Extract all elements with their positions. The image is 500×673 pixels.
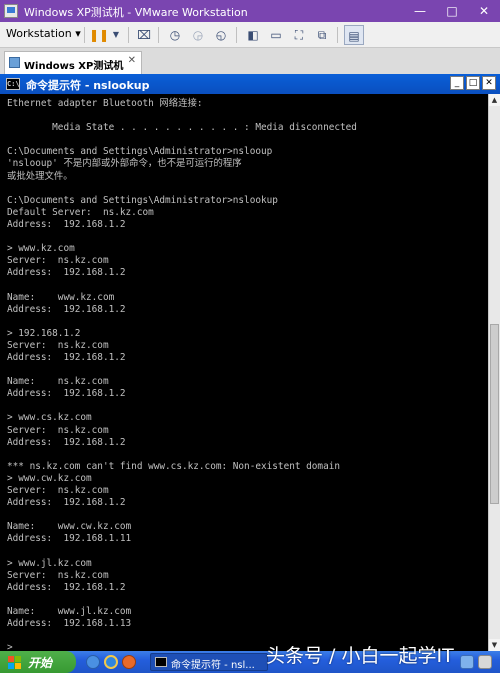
host-close-button[interactable]: ✕ — [468, 0, 500, 22]
cmd-window-icon: C:\ — [6, 78, 20, 90]
console-line: Name: ns.kz.com — [7, 376, 109, 388]
library-icon[interactable]: ▤ — [344, 25, 364, 45]
console-line: Address: 192.168.1.2 — [7, 436, 126, 448]
console-view-icon[interactable]: ▭ — [266, 25, 286, 45]
scroll-thumb[interactable] — [490, 324, 499, 504]
console-line: Media State . . . . . . . . . . . : Medi… — [7, 122, 357, 134]
console-line: > www.cw.kz.com — [7, 472, 92, 484]
console-line: > www.kz.com — [7, 243, 75, 255]
show-desktop-icon[interactable] — [86, 655, 100, 669]
taskbar-item-label: 命令提示符 - nsl... — [171, 660, 255, 671]
console-line: Address: 192.168.1.13 — [7, 618, 132, 630]
console-line: Address: 192.168.1.2 — [7, 351, 126, 363]
tab-close-button[interactable]: ✕ — [128, 55, 136, 66]
console-line: Name: www.jl.kz.com — [7, 605, 132, 617]
console-line: Ethernet adapter Bluetooth 网络连接: — [7, 98, 203, 109]
snapshot-icon[interactable]: ◷ — [165, 25, 185, 45]
host-minimize-button[interactable]: — — [404, 0, 436, 22]
console-line: Address: 192.168.1.2 — [7, 303, 126, 315]
console-line: Server: ns.kz.com — [7, 569, 109, 581]
console-text: Ethernet adapter Bluetooth 网络连接: Media S… — [0, 94, 488, 651]
console-line: Server: ns.kz.com — [7, 424, 109, 436]
cmd-task-icon — [155, 657, 167, 667]
host-window-title: Windows XP测试机 - VMware Workstation — [24, 6, 248, 19]
console-line: Address: 192.168.1.2 — [7, 581, 126, 593]
cmd-window-title: 命令提示符 - nslookup — [26, 79, 150, 92]
cmd-minimize-button[interactable]: _ — [450, 76, 464, 90]
host-maximize-button[interactable]: □ — [436, 0, 468, 22]
media-player-icon[interactable] — [122, 655, 136, 669]
toolbar-separator — [84, 27, 85, 43]
network-icon[interactable] — [460, 655, 474, 669]
cmd-close-button[interactable]: ✕ — [482, 76, 496, 90]
console-line: *** ns.kz.com can't find www.cs.kz.com: … — [7, 460, 341, 472]
console-line: Address: 192.168.1.2 — [7, 267, 126, 279]
send-keys-icon[interactable]: ⌧ — [134, 25, 154, 45]
revert-snapshot-icon[interactable]: ◶ — [188, 25, 208, 45]
console-line: Default Server: ns.kz.com — [7, 206, 154, 218]
console-line: 或批处理文件。 — [7, 170, 73, 182]
console-line: C:\Documents and Settings\Administrator>… — [7, 146, 273, 158]
scroll-down-icon[interactable]: ▼ — [489, 639, 500, 651]
tab-windows-xp-vm[interactable]: Windows XP测试机 ✕ — [4, 51, 142, 74]
fullscreen-icon[interactable]: ⛶ — [289, 25, 309, 45]
ie-icon[interactable] — [104, 655, 118, 669]
vmware-app-icon — [4, 4, 18, 18]
snapshot-manager-icon[interactable]: ◵ — [211, 25, 231, 45]
console-line: Server: ns.kz.com — [7, 339, 109, 351]
start-button[interactable]: 开始 — [0, 651, 76, 673]
console-output[interactable]: Ethernet adapter Bluetooth 网络连接: Media S… — [0, 94, 488, 651]
console-line: Name: www.kz.com — [7, 291, 115, 303]
windows-logo-icon — [8, 656, 21, 669]
console-line: Address: 192.168.1.2 — [7, 218, 126, 230]
watermark-text: 头条号 / 小白一起学IT — [266, 645, 454, 667]
console-line: > — [7, 642, 13, 651]
taskbar-item-cmd[interactable]: 命令提示符 - nsl... — [150, 653, 268, 671]
cmd-title-bar: C:\ 命令提示符 - nslookup _ □ ✕ — [0, 74, 500, 94]
host-title-bar: Windows XP测试机 - VMware Workstation — □ ✕ — [0, 0, 500, 22]
vm-icon — [9, 57, 20, 68]
vmware-toolbar: Workstation ▾ ❚❚ ▼ ⌧ ◷ ◶ ◵ ◧ ▭ ⛶ ⧉ ▤ — [0, 22, 500, 48]
dropdown-icon[interactable]: ▼ — [106, 25, 126, 45]
console-line: > www.cs.kz.com — [7, 412, 92, 424]
toolbar-separator — [236, 27, 237, 43]
console-line: > 192.168.1.2 — [7, 327, 81, 339]
console-line: Server: ns.kz.com — [7, 485, 109, 496]
toolbar-separator — [128, 27, 129, 43]
workstation-menu-button[interactable]: Workstation ▾ — [6, 27, 81, 40]
console-line: > www.jl.kz.com — [7, 557, 92, 569]
console-line: 'nslooup' 不是内部或外部命令，也不是可运行的程序 — [7, 158, 242, 170]
vm-tab-label: Windows XP测试机 — [24, 61, 124, 72]
console-line: Server: ns.kz.com — [7, 255, 109, 267]
vm-tab-strip: Windows XP测试机 ✕ — [0, 48, 500, 74]
console-line: Name: www.cw.kz.com — [7, 521, 132, 533]
volume-icon[interactable] — [478, 655, 492, 669]
sidebar-icon[interactable]: ◧ — [243, 25, 263, 45]
toolbar-separator — [337, 27, 338, 43]
console-line: C:\Documents and Settings\Administrator>… — [7, 194, 278, 206]
cmd-maximize-button[interactable]: □ — [466, 76, 480, 90]
console-line: Address: 192.168.1.2 — [7, 497, 126, 509]
scroll-up-icon[interactable]: ▲ — [489, 94, 500, 106]
unity-icon[interactable]: ⧉ — [312, 25, 332, 45]
console-scrollbar[interactable]: ▲ ▼ — [488, 94, 500, 651]
console-line: Address: 192.168.1.2 — [7, 388, 126, 400]
toolbar-separator — [158, 27, 159, 43]
start-label: 开始 — [28, 656, 53, 670]
console-line: Address: 192.168.1.11 — [7, 533, 132, 545]
